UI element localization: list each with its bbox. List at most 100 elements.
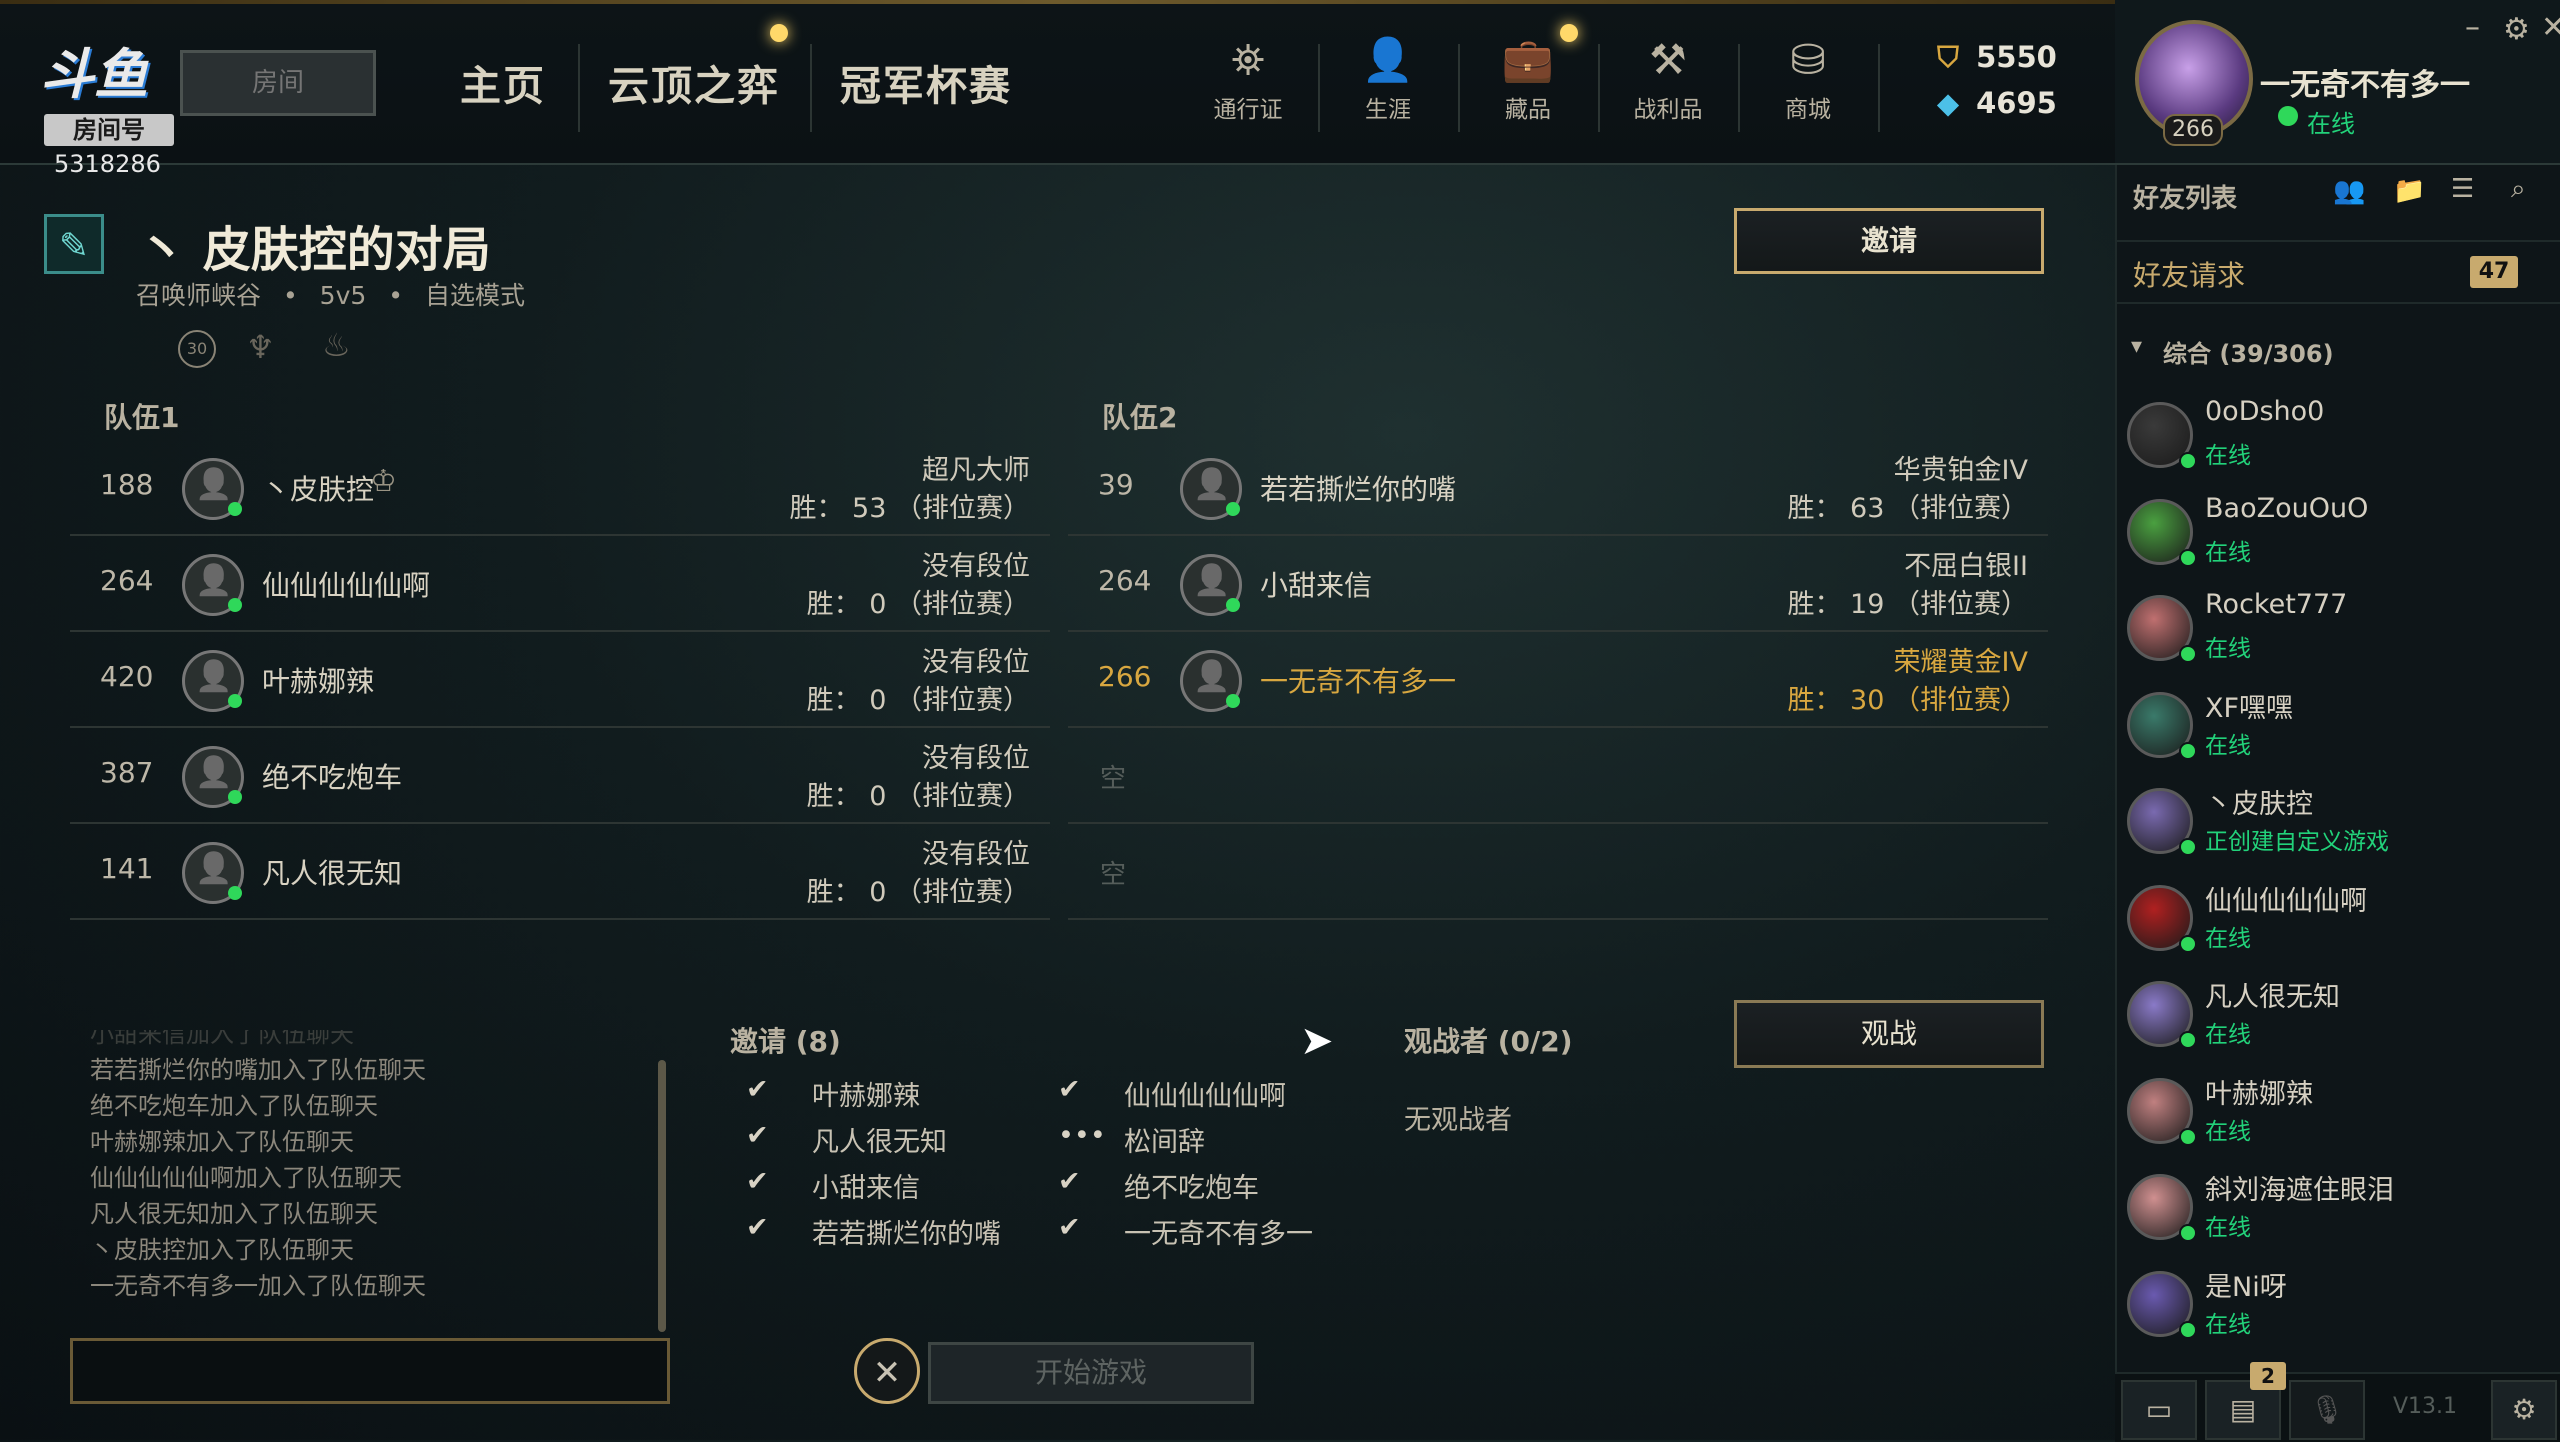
player-row[interactable]: 264 仙仙仙仙仙啊 没有段位胜： 0 （排位赛） (70, 536, 1050, 632)
wings-icon: ♆ (246, 328, 275, 366)
friend-item[interactable]: 仙仙仙仙仙啊 在线 (2127, 875, 2547, 971)
online-status-dot (228, 598, 242, 612)
player-name: 若若撕烂你的嘴 (1260, 473, 1457, 506)
settings-gear-icon[interactable]: ⚙ (2503, 12, 2530, 47)
invited-player-name: 小甜来信 (812, 1173, 920, 1204)
friend-item[interactable]: 凡人很无知 在线 (2127, 971, 2547, 1067)
friend-name: Rocket777 (2205, 589, 2348, 620)
pass-button[interactable]: ⛯ 通行证 (1198, 36, 1298, 124)
add-friend-icon[interactable]: 👥 (2333, 176, 2365, 206)
loot-button[interactable]: ⚒ 战利品 (1618, 36, 1718, 124)
riot-points: ◆ 4695 (1930, 86, 2057, 120)
friend-item[interactable]: 叶赫娜辣 在线 (2127, 1068, 2547, 1164)
friend-item[interactable]: 0oDsho0 在线 (2127, 392, 2547, 488)
invited-player-name: 绝不吃炮车 (1124, 1173, 1259, 1204)
friend-name: 仙仙仙仙仙啊 (2205, 885, 2367, 917)
friend-status: 在线 (2205, 925, 2251, 952)
friend-name: 是Ni呀 (2205, 1271, 2287, 1303)
start-game-button[interactable]: 开始游戏 (928, 1342, 1254, 1404)
player-wins: 胜： 0 （排位赛） (806, 589, 1030, 620)
notification-glow-dot (1560, 24, 1578, 42)
minimize-icon[interactable]: – (2465, 10, 2480, 45)
online-status-dot (228, 502, 242, 516)
player-level: 141 (100, 852, 154, 885)
chat-message: 若若撕烂你的嘴加入了队伍聊天 (90, 1056, 426, 1084)
no-spectators-text: 无观战者 (1404, 1105, 1512, 1136)
search-icon[interactable]: ⌕ (2511, 174, 2526, 205)
flame-icon: ♨ (322, 326, 351, 364)
leave-lobby-close-icon[interactable]: ✕ (854, 1338, 920, 1404)
collection-button[interactable]: 💼 藏品 (1478, 36, 1578, 124)
profile-level: 266 (2163, 114, 2223, 146)
invite-button[interactable]: 邀请 (1734, 208, 2044, 274)
player-name: 绝不吃炮车 (262, 761, 403, 794)
friend-status: 在线 (2205, 636, 2251, 662)
player-row[interactable]: 264 小甜来信 不屈白银II 胜： 19 （排位赛） (1068, 536, 2048, 632)
friend-status: 在线 (2205, 539, 2251, 566)
chat-input[interactable] (70, 1338, 670, 1404)
player-row[interactable]: 420 叶赫娜辣 没有段位胜： 0 （排位赛） (70, 632, 1050, 728)
player-level: 387 (100, 756, 154, 789)
friend-item[interactable]: Rocket777 在线 (2127, 585, 2547, 681)
lobby-owner-crown-icon: ♔ (370, 464, 397, 499)
profile-button[interactable]: 👤 生涯 (1338, 36, 1438, 124)
player-row[interactable]: 空 (1068, 728, 2048, 824)
friend-requests-badge: 47 (2470, 256, 2518, 288)
friend-item[interactable]: 斜刘海遮住眼泪 在线 (2127, 1164, 2547, 1260)
store-button[interactable]: ⛁ 商城 (1758, 36, 1858, 124)
add-folder-icon[interactable]: 📁 (2393, 176, 2425, 206)
friend-status: 正创建自定义游戏 (2205, 829, 2389, 855)
friend-requests-row[interactable]: 好友请求 47 (2115, 240, 2560, 304)
list-view-icon[interactable]: ☰ (2451, 174, 2474, 204)
nav-clash[interactable]: 冠军杯赛 (840, 52, 1012, 112)
friend-group-header[interactable]: ▾ 综合 (39/306) (2115, 330, 2560, 370)
room-input[interactable] (180, 50, 376, 116)
player-row[interactable]: 188 丶皮肤控 超凡大师胜： 53 （排位赛） ♔ (70, 440, 1050, 536)
friend-item[interactable]: 丶皮肤控 正创建自定义游戏 (2127, 778, 2547, 874)
lobby-mode: 自选模式 (424, 281, 525, 310)
lobby-chat-log: 小甜来信加入了队伍聊天 若若撕烂你的嘴加入了队伍聊天 绝不吃炮车加入了队伍聊天 叶赫娜… (90, 1030, 650, 1330)
timer-icon: 30 (178, 330, 216, 368)
spectators-header: 观战者 (0/2) (1404, 1025, 1573, 1058)
player-row[interactable]: 39 若若撕烂你的嘴 华贵铂金IV 胜： 63 （排位赛） (1068, 440, 2048, 536)
chevron-down-icon: ▾ (2131, 334, 2143, 359)
close-icon[interactable]: ✕ (2541, 10, 2560, 45)
nav-tft[interactable]: 云顶之弈 (608, 52, 780, 112)
friend-name: 叶赫娜辣 (2205, 1078, 2313, 1110)
help-icon[interactable]: ⚙ (2491, 1380, 2557, 1440)
rp-icon: ◆ (1936, 86, 1960, 120)
online-status-dot (1226, 598, 1240, 612)
lobby-title: 丶 皮肤控的对局 (138, 222, 491, 278)
friend-name: 0oDsho0 (2205, 396, 2325, 427)
player-row[interactable]: 266 一无奇不有多一 荣耀黄金IV 胜： 30 （排位赛） (1068, 632, 2048, 728)
chat-icon[interactable]: ▭ (2121, 1380, 2197, 1440)
player-row[interactable]: 141 凡人很无知 没有段位胜： 0 （排位赛） (70, 824, 1050, 920)
friend-item[interactable]: XF嘿嘿 在线 (2127, 682, 2547, 778)
spectate-button[interactable]: 观战 (1734, 1000, 2044, 1068)
friend-item[interactable]: 是Ni呀 在线 (2127, 1261, 2547, 1357)
blue-essence: ⛉ 5550 (1930, 40, 2057, 75)
player-rank: 没有段位 (922, 839, 1030, 870)
friend-status: 在线 (2205, 732, 2251, 759)
collection-icon: 💼 (1501, 35, 1555, 84)
icon-divider (1738, 44, 1740, 132)
friend-item[interactable]: BaoZouOuO 在线 (2127, 489, 2547, 585)
player-wins: 胜： 0 （排位赛） (806, 877, 1030, 908)
friend-name: BaoZouOuO (2205, 492, 2369, 524)
player-level: 264 (1098, 564, 1152, 597)
friend-status: 在线 (2205, 1022, 2251, 1048)
voice-mic-icon[interactable]: 🎙 (2289, 1380, 2365, 1440)
lobby-size: 5v5 (319, 281, 367, 310)
player-row[interactable]: 387 绝不吃炮车 没有段位胜： 0 （排位赛） (70, 728, 1050, 824)
edit-lobby-icon[interactable]: ✎ (44, 214, 104, 274)
player-wins: 胜： 53 （排位赛） (789, 493, 1030, 524)
player-row[interactable]: 空 (1068, 824, 2048, 920)
accepted-check-icon: ✔ (1058, 1074, 1081, 1105)
chat-scrollbar[interactable] (658, 1060, 666, 1332)
accepted-check-icon: ✔ (746, 1212, 769, 1243)
player-level: 420 (100, 660, 154, 693)
player-name: 叶赫娜辣 (262, 665, 375, 698)
nav-home[interactable]: 主页 (460, 52, 546, 112)
accepted-check-icon: ✔ (746, 1074, 769, 1105)
profile-status: 在线 (2307, 110, 2355, 138)
